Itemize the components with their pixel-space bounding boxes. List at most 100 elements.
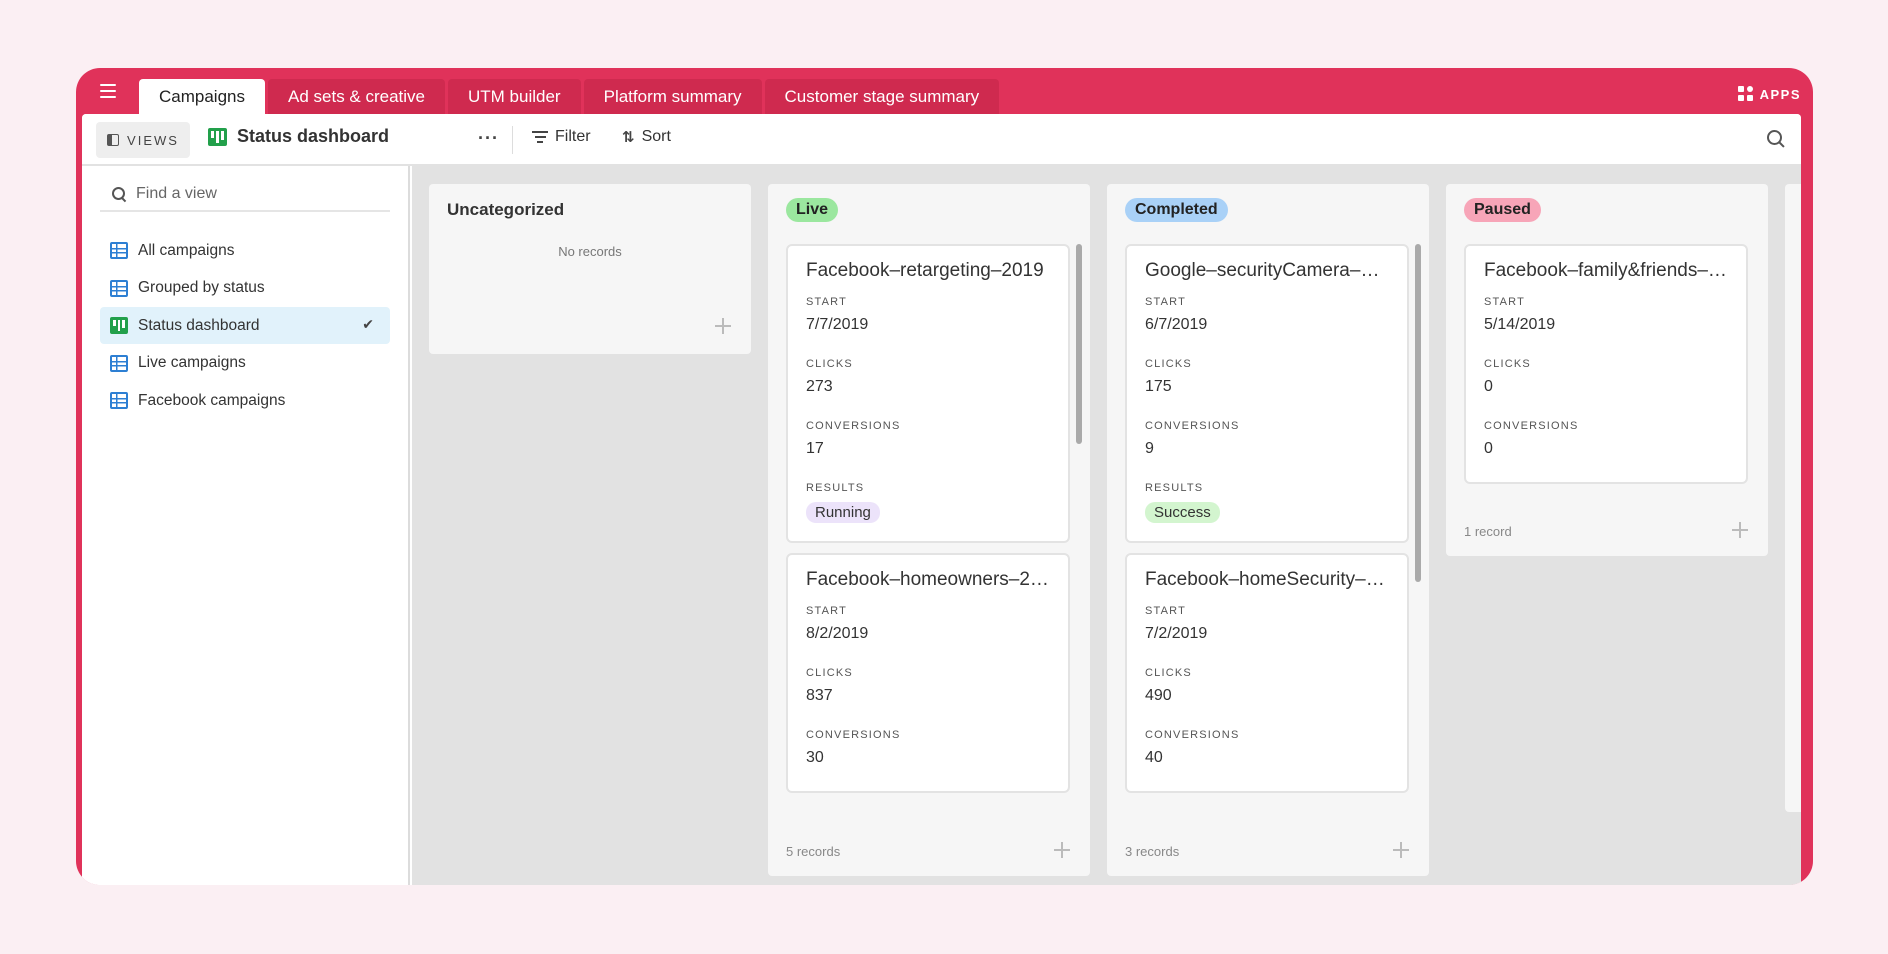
column-completed: Completed Google–securityCamera–2019 STA… (1107, 184, 1429, 876)
field-value: 8/2/2019 (806, 625, 869, 642)
field-value: 0 (1484, 378, 1493, 395)
sidebar-item-label: Facebook campaigns (138, 391, 286, 409)
card-title: Facebook–retargeting–2019 (806, 260, 1044, 281)
field-value: 9 (1145, 440, 1154, 457)
kanban-icon (208, 127, 227, 146)
tab-campaigns[interactable]: Campaigns (139, 79, 265, 114)
field-label: CLICKS (806, 358, 853, 370)
apps-button[interactable]: APPS (1737, 86, 1801, 102)
status-pill: Live (786, 198, 839, 222)
result-badge: Running (806, 502, 880, 523)
field-label: START (1484, 296, 1526, 308)
sidebar-toggle-icon (107, 134, 120, 146)
record-count: 5 records (786, 844, 841, 859)
grid-icon (110, 242, 128, 259)
collapse-icon[interactable] (1054, 842, 1070, 858)
grid-icon (110, 279, 128, 297)
column-scrollbar[interactable] (1076, 244, 1082, 444)
tab-platform-summary[interactable]: Platform summary (583, 79, 762, 114)
find-view-search (100, 178, 390, 212)
record-card[interactable]: Google–securityCamera–2019 START 6/7/201… (1125, 244, 1409, 543)
record-card[interactable]: Facebook–retargeting–2019 START 7/7/2019… (786, 244, 1070, 543)
field-value: 0 (1484, 440, 1493, 457)
kanban-board: Uncategorized No records Live Facebook–r… (412, 166, 1801, 885)
card-list: Google–securityCamera–2019 START 6/7/201… (1125, 244, 1409, 818)
apps-icon (1737, 86, 1754, 102)
search-icon[interactable] (1767, 130, 1785, 148)
view-list: All campaigns Grouped by status Status d… (100, 232, 390, 420)
sidebar-item-label: All campaigns (138, 241, 235, 259)
column-header: Completed (1107, 184, 1429, 236)
field-label: START (806, 296, 848, 308)
field-label: RESULTS (806, 482, 865, 494)
sort-button[interactable]: ⇅ Sort (622, 128, 671, 146)
sidebar-item-label: Grouped by status (138, 279, 265, 296)
status-pill: Completed (1125, 198, 1228, 222)
tab-customer-stage-summary[interactable]: Customer stage summary (764, 79, 1000, 114)
tab-bar: Campaigns Ad sets & creative UTM builder… (76, 68, 1813, 114)
current-view-name: Status dashboard (237, 126, 390, 146)
apps-label: APPS (1759, 86, 1801, 102)
sidebar-item-label: Live campaigns (138, 354, 246, 371)
sidebar-item-facebook-campaigns[interactable]: Facebook campaigns (100, 382, 390, 419)
collapse-icon[interactable] (1732, 522, 1748, 538)
sidebar-item-status-dashboard[interactable]: Status dashboard ✔ (100, 307, 390, 344)
field-value: 273 (806, 378, 833, 395)
tab-ad-sets-creative[interactable]: Ad sets & creative (268, 79, 446, 114)
table-tabs: Campaigns Ad sets & creative UTM builder… (139, 79, 1000, 114)
field-value: 7/7/2019 (806, 316, 869, 333)
grid-icon (110, 354, 128, 372)
field-label: CONVERSIONS (1145, 420, 1240, 432)
field-label: CONVERSIONS (806, 420, 901, 432)
card-list: Facebook–family&friends–2019 START 5/14/… (1464, 244, 1748, 496)
hamburger-menu-icon[interactable] (100, 84, 116, 98)
sidebar-item-live-campaigns[interactable]: Live campaigns (100, 345, 390, 382)
field-value: 30 (806, 749, 824, 766)
card-title: Facebook–family&friends–2019 (1484, 260, 1728, 281)
find-view-input[interactable] (136, 185, 376, 203)
field-label: START (806, 605, 848, 617)
grid-icon (110, 392, 128, 409)
field-label: CLICKS (1145, 358, 1192, 370)
record-card[interactable]: Facebook–family&friends–2019 START 5/14/… (1464, 244, 1748, 484)
field-label: CLICKS (806, 667, 853, 679)
field-label: CLICKS (1145, 667, 1192, 679)
field-value: 6/7/2019 (1145, 316, 1208, 333)
field-label: START (1145, 605, 1187, 617)
column-scrollbar[interactable] (1415, 244, 1421, 582)
column-live: Live Facebook–retargeting–2019 START 7/7… (768, 184, 1090, 876)
field-value: 5/14/2019 (1484, 316, 1556, 333)
filter-button[interactable]: Filter (532, 128, 591, 146)
card-title: Google–securityCamera–2019 (1145, 260, 1389, 281)
sidebar-item-grouped-by-status[interactable]: Grouped by status (100, 270, 390, 307)
record-count: 3 records (1125, 844, 1180, 859)
card-title: Facebook–homeSecurity–2019 (1145, 569, 1389, 590)
more-options-icon[interactable]: ··· (478, 128, 499, 149)
app-window: Campaigns Ad sets & creative UTM builder… (76, 68, 1813, 885)
field-value: 17 (806, 440, 824, 457)
field-label: CLICKS (1484, 358, 1531, 370)
search-icon (112, 187, 126, 201)
sidebar-item-label: Status dashboard (138, 316, 260, 334)
column-paused: Paused Facebook–family&friends–2019 STAR… (1446, 184, 1768, 556)
filter-label: Filter (555, 128, 591, 145)
field-value: 175 (1145, 378, 1172, 395)
main-area: VIEWS Status dashboard ··· Filter ⇅ Sort (82, 114, 1801, 885)
field-label: CONVERSIONS (1484, 420, 1579, 432)
field-label: CONVERSIONS (1145, 729, 1240, 741)
card-title: Facebook–homeowners–2019 (806, 569, 1050, 590)
column-next-partial (1785, 184, 1801, 812)
record-card[interactable]: Facebook–homeSecurity–2019 START 7/2/201… (1125, 553, 1409, 793)
field-value: 490 (1145, 687, 1172, 704)
views-toggle-button[interactable]: VIEWS (96, 122, 190, 158)
record-card[interactable]: Facebook–homeowners–2019 START 8/2/2019 … (786, 553, 1070, 793)
collapse-icon[interactable] (715, 318, 731, 334)
card-list: Facebook–retargeting–2019 START 7/7/2019… (786, 244, 1070, 818)
collapse-icon[interactable] (1393, 842, 1409, 858)
tab-utm-builder[interactable]: UTM builder (448, 79, 581, 114)
field-value: 7/2/2019 (1145, 625, 1208, 642)
field-value: 837 (806, 687, 833, 704)
sidebar-item-all-campaigns[interactable]: All campaigns (100, 232, 390, 269)
current-view-selector[interactable]: Status dashboard (208, 126, 389, 147)
field-label: START (1145, 296, 1187, 308)
